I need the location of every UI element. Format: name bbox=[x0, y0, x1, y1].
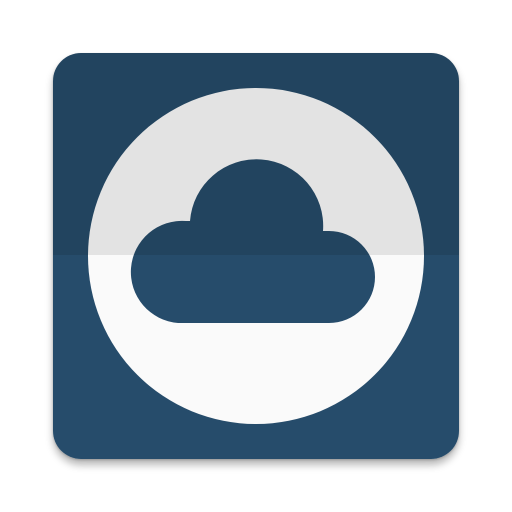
cloud-app-icon[interactable] bbox=[53, 53, 459, 459]
icon-stage bbox=[0, 0, 512, 512]
app-icon-graphic bbox=[53, 53, 459, 459]
